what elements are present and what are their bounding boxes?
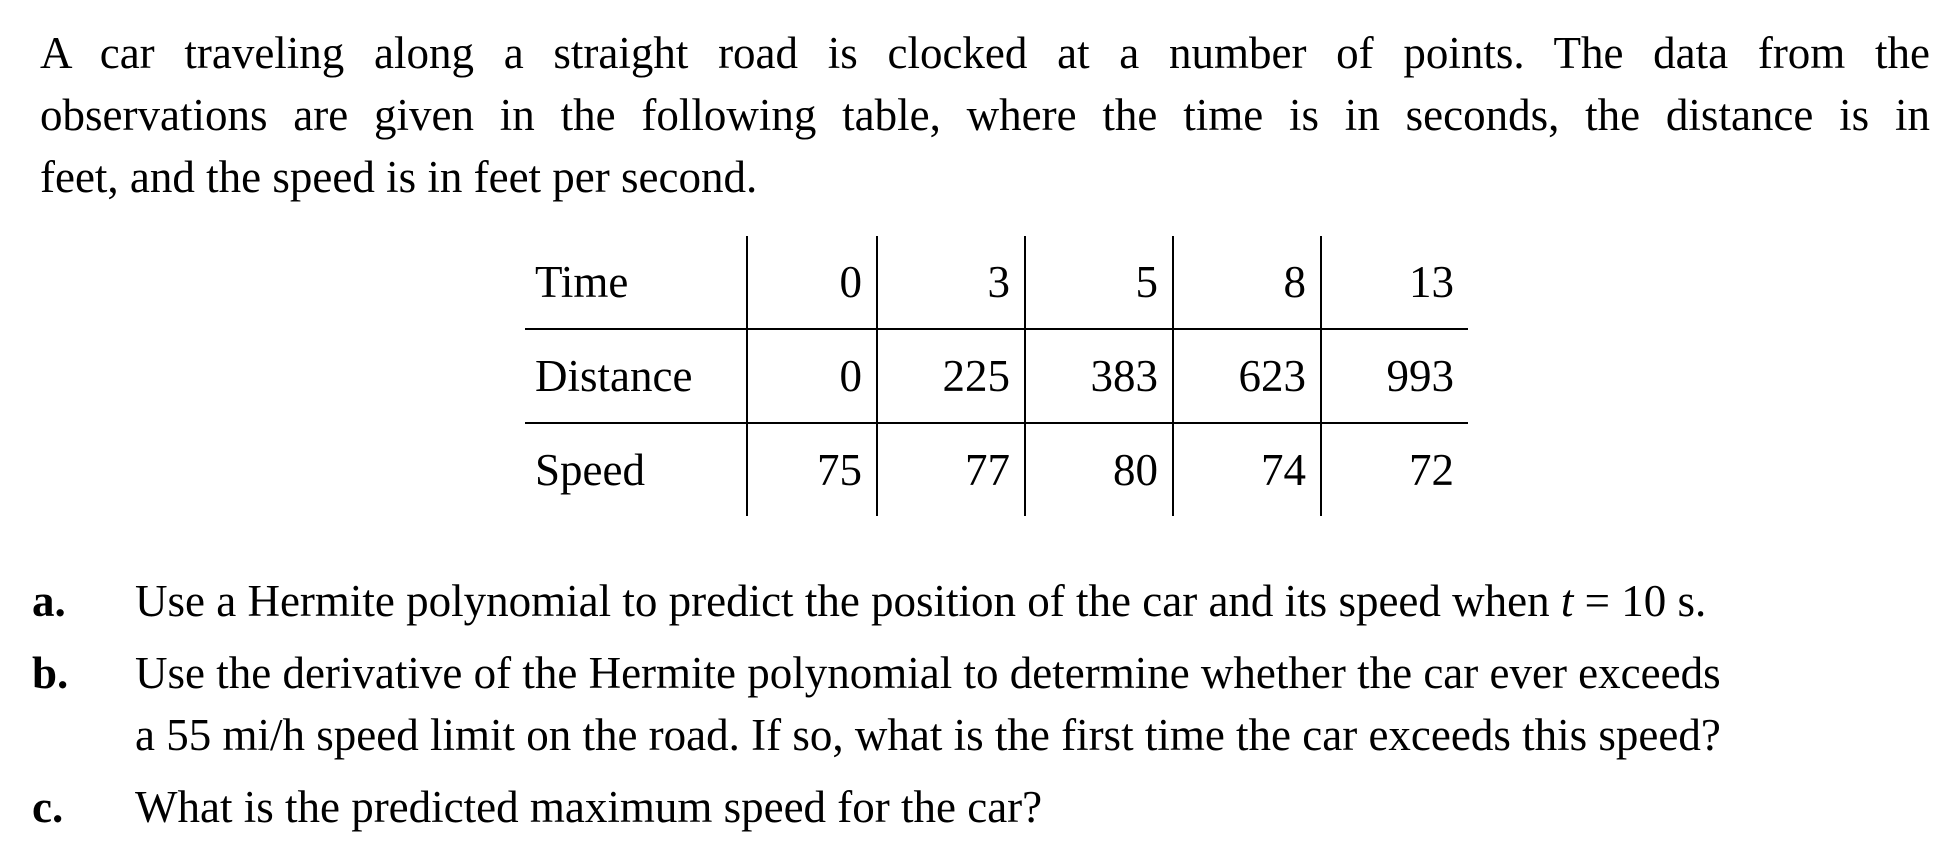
table-cell: 5 <box>1024 236 1173 330</box>
question-list: a. Use a Hermite polynomial to predict t… <box>32 570 1930 848</box>
table-cell: 993 <box>1320 329 1468 424</box>
question-a: a. Use a Hermite polynomial to predict t… <box>32 570 1930 632</box>
table-cell: 0 <box>746 236 877 330</box>
table-cell: 3 <box>876 236 1025 330</box>
question-a-text-before: Use a Hermite polynomial to predict the … <box>135 576 1561 626</box>
table-cell: 75 <box>746 423 877 516</box>
table-cell: 74 <box>1172 423 1321 516</box>
question-a-letter: a. <box>32 576 66 626</box>
problem-statement-line-1: A car traveling along a straight road is… <box>40 28 1930 78</box>
table-cell: 623 <box>1172 329 1321 424</box>
question-c: c. What is the predicted maximum speed f… <box>32 776 1930 838</box>
observation-table: Time 0 3 5 8 13 Distance 0 225 383 623 9… <box>525 236 1468 516</box>
question-b: b. Use the derivative of the Hermite pol… <box>32 642 1930 766</box>
table-row-speed: Speed 75 77 80 74 72 <box>525 423 1468 516</box>
problem-statement-line-2: observations are given in the following … <box>40 90 1930 140</box>
table-row-distance: Distance 0 225 383 623 993 <box>525 329 1468 424</box>
question-b-letter: b. <box>32 648 69 698</box>
problem-statement-line-3: feet, and the speed is in feet per secon… <box>40 152 758 202</box>
table-cell: 77 <box>876 423 1025 516</box>
table-cell: 72 <box>1320 423 1468 516</box>
row-label-time: Time <box>525 236 747 330</box>
table-cell: 225 <box>876 329 1025 424</box>
question-c-text: What is the predicted maximum speed for … <box>135 782 1043 832</box>
question-b-line-1: Use the derivative of the Hermite polyno… <box>135 648 1721 698</box>
question-a-text-after: = 10 s. <box>1573 576 1707 626</box>
table-cell: 383 <box>1024 329 1173 424</box>
problem-statement: A car traveling along a straight road is… <box>40 22 1930 208</box>
question-a-text: Use a Hermite polynomial to predict the … <box>135 570 1930 632</box>
table-cell: 8 <box>1172 236 1321 330</box>
question-a-variable: t <box>1560 576 1574 626</box>
table-row-time: Time 0 3 5 8 13 <box>525 236 1468 330</box>
question-a-line: Use a Hermite polynomial to predict the … <box>135 570 1930 632</box>
table-cell: 0 <box>746 329 877 424</box>
question-c-letter: c. <box>32 782 64 832</box>
question-b-text: Use the derivative of the Hermite polyno… <box>135 642 1930 766</box>
row-label-speed: Speed <box>535 445 645 495</box>
table-cell: 80 <box>1024 423 1173 516</box>
question-b-line-2: a 55 mi/h speed limit on the road. If so… <box>135 710 1721 760</box>
table-cell: 13 <box>1320 236 1468 330</box>
row-label-distance: Distance <box>525 329 747 424</box>
